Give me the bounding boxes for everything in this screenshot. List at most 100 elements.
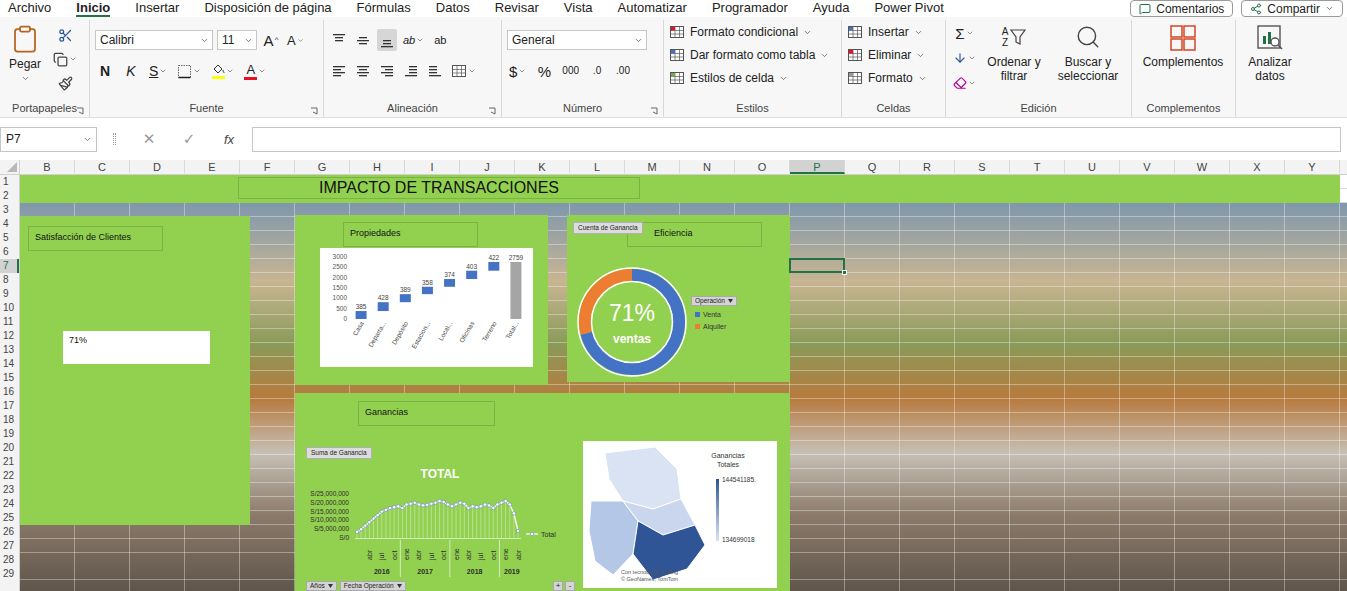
column-header[interactable]: L: [570, 160, 625, 174]
data-point[interactable]: [384, 508, 387, 511]
data-point[interactable]: [508, 503, 511, 506]
row-header[interactable]: 11: [0, 315, 19, 329]
formula-icon[interactable]: fx: [212, 132, 246, 147]
shrink-font-button[interactable]: A: [285, 29, 306, 51]
row-header[interactable]: 18: [0, 413, 19, 427]
data-point[interactable]: [368, 520, 371, 523]
font-color-button[interactable]: A: [242, 60, 268, 82]
waterfall-bar[interactable]: [444, 279, 455, 287]
share-button[interactable]: Compartir: [1241, 0, 1343, 17]
row-header[interactable]: 16: [0, 385, 19, 399]
column-header[interactable]: K: [515, 160, 570, 174]
ribbon-tab[interactable]: Inicio: [76, 1, 110, 17]
data-point[interactable]: [405, 503, 408, 506]
data-point[interactable]: [364, 524, 367, 527]
thousands-button[interactable]: 000: [560, 60, 581, 82]
active-cell[interactable]: [789, 258, 845, 273]
data-point[interactable]: [380, 510, 383, 513]
dialog-launcher-icon[interactable]: [310, 104, 318, 112]
cut-button[interactable]: [51, 24, 79, 46]
formula-icon[interactable]: ✕: [132, 130, 166, 148]
align-bottom-button[interactable]: [377, 29, 397, 51]
row-header[interactable]: 4: [0, 217, 19, 231]
row-header[interactable]: 29: [0, 567, 19, 581]
align-center-button[interactable]: [353, 60, 373, 82]
row-header[interactable]: 15: [0, 371, 19, 385]
waterfall-bar[interactable]: [488, 262, 499, 271]
data-point[interactable]: [438, 499, 441, 502]
autosum-button[interactable]: Σ: [951, 22, 978, 44]
column-header[interactable]: Q: [845, 160, 900, 174]
data-point[interactable]: [401, 506, 404, 509]
data-point[interactable]: [376, 513, 379, 516]
row-header[interactable]: 13: [0, 343, 19, 357]
styles-menu-item[interactable]: Formato condicional: [669, 22, 829, 42]
clear-button[interactable]: [951, 72, 978, 94]
increase-indent-button[interactable]: [425, 60, 445, 82]
row-header[interactable]: 5: [0, 231, 19, 245]
currency-button[interactable]: $: [507, 60, 528, 82]
data-point[interactable]: [492, 506, 495, 509]
data-point[interactable]: [450, 505, 453, 508]
data-point[interactable]: [421, 504, 424, 507]
filter-button[interactable]: Fecha Operación: [340, 581, 406, 591]
ribbon-tab[interactable]: Vista: [564, 1, 593, 17]
ribbon-tab[interactable]: Automatizar: [618, 1, 687, 17]
data-point[interactable]: [487, 504, 490, 507]
fill-handle[interactable]: [842, 270, 847, 275]
formula-input[interactable]: [252, 127, 1341, 152]
sort-filter-button[interactable]: AZOrdenar y filtrar: [984, 22, 1044, 83]
zoom-button[interactable]: -: [565, 581, 575, 591]
ribbon-tab[interactable]: Power Pivot: [874, 1, 943, 17]
dialog-launcher-icon[interactable]: [650, 104, 658, 112]
row-header[interactable]: 1: [0, 175, 19, 189]
data-point[interactable]: [516, 529, 519, 532]
row-header[interactable]: 7: [0, 259, 19, 273]
data-point[interactable]: [496, 503, 499, 506]
data-point[interactable]: [355, 530, 358, 533]
column-header[interactable]: P: [790, 160, 845, 174]
row-header[interactable]: 17: [0, 399, 19, 413]
column-header[interactable]: J: [460, 160, 515, 174]
ribbon-tab[interactable]: Fórmulas: [357, 1, 411, 17]
data-point[interactable]: [446, 503, 449, 506]
column-header[interactable]: Y: [1285, 160, 1340, 174]
row-header[interactable]: 14: [0, 357, 19, 371]
decrease-indent-button[interactable]: [401, 60, 421, 82]
cells-menu-item[interactable]: Eliminar: [847, 45, 927, 65]
dialog-launcher-icon[interactable]: [488, 104, 496, 112]
data-point[interactable]: [459, 501, 462, 504]
data-point[interactable]: [372, 517, 375, 520]
data-point[interactable]: [392, 506, 395, 509]
row-header[interactable]: 9: [0, 287, 19, 301]
ribbon-tab[interactable]: Archivo: [8, 1, 51, 17]
row-header[interactable]: 8: [0, 273, 19, 287]
row-header[interactable]: 26: [0, 525, 19, 539]
map-region[interactable]: [605, 447, 681, 509]
row-header[interactable]: 3: [0, 203, 19, 217]
underline-button[interactable]: S: [147, 60, 169, 82]
find-select-button[interactable]: Buscar y seleccionar: [1050, 22, 1126, 83]
addins-button[interactable]: Complementos: [1137, 24, 1229, 69]
waterfall-bar[interactable]: [356, 311, 367, 319]
waterfall-bar[interactable]: [422, 287, 433, 294]
align-top-button[interactable]: [329, 29, 349, 51]
align-left-button[interactable]: [329, 60, 349, 82]
data-point[interactable]: [417, 503, 420, 506]
column-header[interactable]: U: [1065, 160, 1120, 174]
data-point[interactable]: [483, 503, 486, 506]
column-header[interactable]: T: [1010, 160, 1065, 174]
column-header[interactable]: S: [955, 160, 1010, 174]
format-painter-button[interactable]: [51, 72, 79, 94]
row-header[interactable]: 27: [0, 539, 19, 553]
column-header[interactable]: X: [1230, 160, 1285, 174]
styles-menu-item[interactable]: Estilos de celda: [669, 68, 829, 88]
increase-decimal-button[interactable]: .0: [587, 60, 607, 82]
data-point[interactable]: [479, 505, 482, 508]
waterfall-bar[interactable]: [510, 262, 521, 319]
ribbon-tab[interactable]: Programador: [712, 1, 788, 17]
legend-filter-button[interactable]: Operación: [691, 296, 737, 306]
data-point[interactable]: [467, 506, 470, 509]
analyze-data-button[interactable]: Analizar datos: [1241, 24, 1299, 83]
formula-icon[interactable]: ✓: [172, 130, 206, 148]
